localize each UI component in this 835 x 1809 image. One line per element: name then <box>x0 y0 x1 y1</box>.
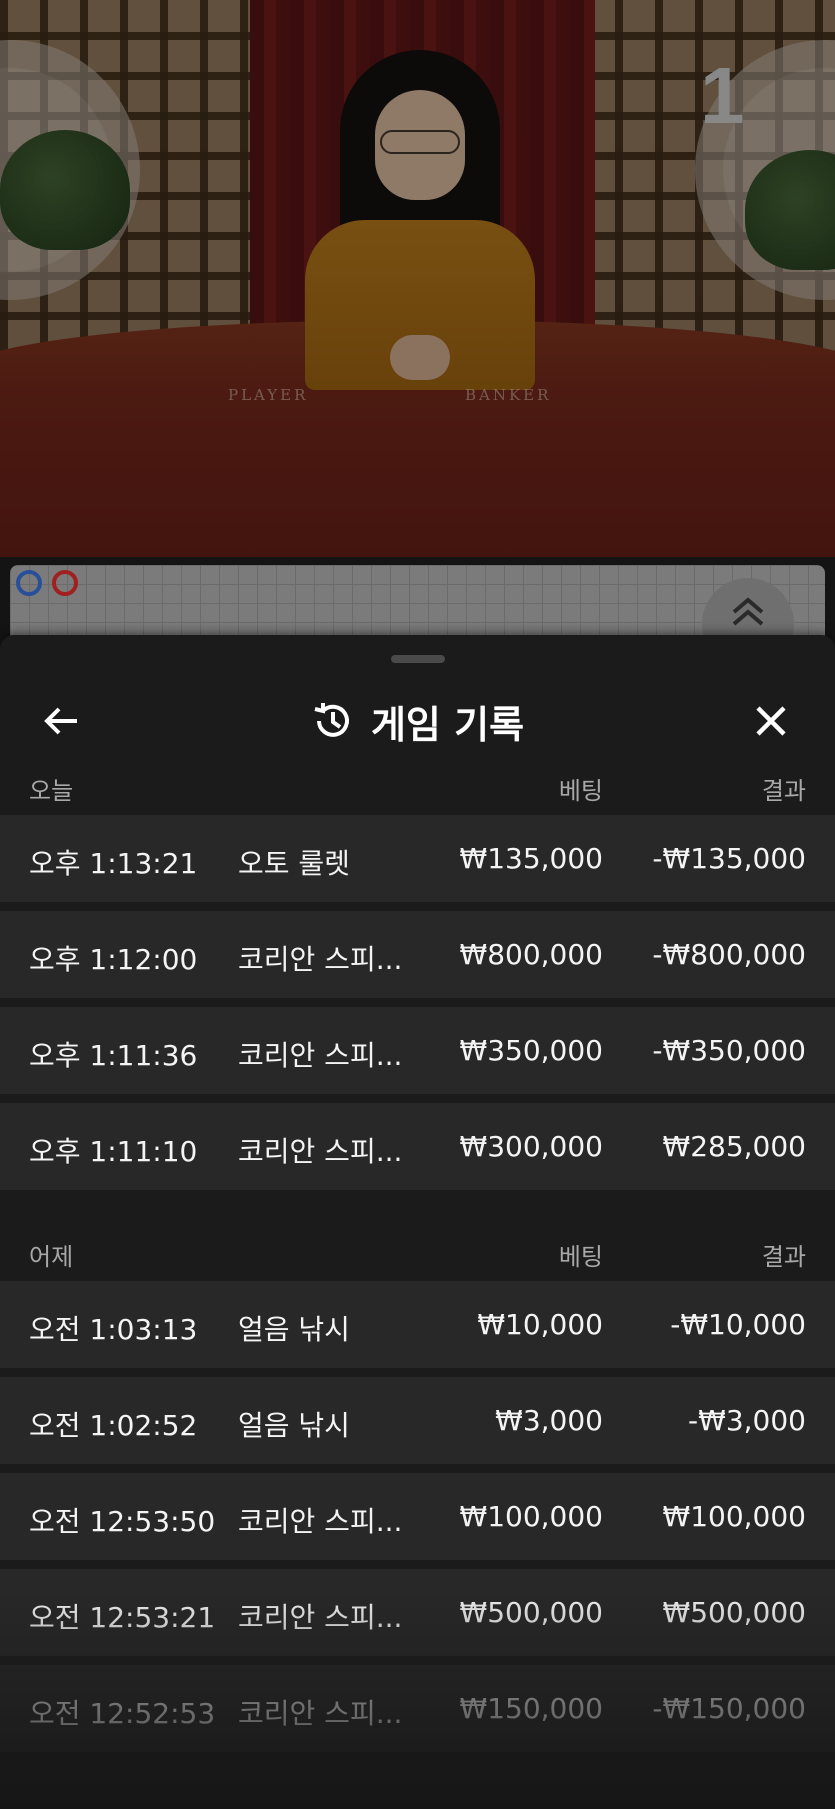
history-row[interactable]: 오전 1:03:13 얼음 낚시 ₩10,000 -₩10,000 <box>0 1281 835 1368</box>
row-result: ₩285,000 <box>662 1130 806 1163</box>
column-header-bet: 베팅 <box>558 777 603 805</box>
column-header-bet: 베팅 <box>558 1243 603 1271</box>
column-header-result: 결과 <box>761 777 806 805</box>
row-game: 코리안 스피... <box>238 1697 403 1730</box>
history-icon <box>314 703 349 737</box>
row-game: 코리안 스피... <box>238 943 403 976</box>
row-bet: ₩300,000 <box>459 1130 603 1163</box>
section-label: 오늘 <box>29 777 74 805</box>
title-group: 게임 기록 <box>0 698 835 747</box>
overlay-dim <box>0 0 835 557</box>
live-video-feed[interactable]: PLAYER BANKER 1 <box>0 0 835 557</box>
history-row[interactable]: 오후 1:11:36 코리안 스피... ₩350,000 -₩350,000 <box>0 1007 835 1094</box>
history-row[interactable]: 오후 1:11:10 코리안 스피... ₩300,000 ₩285,000 <box>0 1103 835 1190</box>
history-row[interactable]: 오전 12:53:21 코리안 스피... ₩500,000 ₩500,000 <box>0 1569 835 1656</box>
history-row[interactable]: 오전 12:52:53 코리안 스피... ₩150,000 -₩150,000 <box>0 1665 835 1752</box>
close-button[interactable] <box>748 698 794 744</box>
roadmap-dot-player <box>16 570 42 596</box>
section-header: 오늘 베팅 결과 <box>0 757 835 815</box>
drag-handle[interactable] <box>391 655 445 663</box>
row-game: 코리안 스피... <box>238 1505 403 1538</box>
history-row[interactable]: 오전 1:02:52 얼음 낚시 ₩3,000 -₩3,000 <box>0 1377 835 1464</box>
double-chevron-up-icon <box>732 597 764 626</box>
roadmap-dot-banker <box>52 570 78 596</box>
row-time: 오전 1:02:52 <box>29 1409 198 1442</box>
row-result: -₩10,000 <box>670 1308 806 1341</box>
row-game: 코리안 스피... <box>238 1039 403 1072</box>
row-result: ₩100,000 <box>662 1500 806 1533</box>
row-game: 코리안 스피... <box>238 1135 403 1168</box>
row-bet: ₩135,000 <box>459 842 603 875</box>
page-title: 게임 기록 <box>370 702 525 747</box>
section-header: 어제 베팅 결과 <box>0 1223 835 1281</box>
row-time: 오전 12:52:53 <box>29 1697 216 1730</box>
row-time: 오전 12:53:21 <box>29 1601 216 1634</box>
row-bet: ₩800,000 <box>459 938 603 971</box>
history-row[interactable]: 오후 1:12:00 코리안 스피... ₩800,000 -₩800,000 <box>0 911 835 998</box>
section-label: 어제 <box>29 1243 74 1271</box>
row-time: 오후 1:12:00 <box>29 943 198 976</box>
row-bet: ₩150,000 <box>459 1692 603 1725</box>
row-game: 얼음 낚시 <box>238 1313 350 1346</box>
column-header-result: 결과 <box>761 1243 806 1271</box>
row-game: 얼음 낚시 <box>238 1409 350 1442</box>
row-bet: ₩3,000 <box>495 1404 603 1437</box>
history-section-yesterday: 어제 베팅 결과 오전 1:03:13 얼음 낚시 ₩10,000 -₩10,0… <box>0 1223 835 1761</box>
row-result: -₩3,000 <box>688 1404 806 1437</box>
row-game: 코리안 스피... <box>238 1601 403 1634</box>
row-result: -₩350,000 <box>652 1034 806 1067</box>
row-time: 오후 1:11:36 <box>29 1039 198 1072</box>
row-game: 오토 룰렛 <box>238 847 350 880</box>
row-bet: ₩350,000 <box>459 1034 603 1067</box>
row-result: -₩135,000 <box>652 842 806 875</box>
row-bet: ₩500,000 <box>459 1596 603 1629</box>
row-time: 오전 12:53:50 <box>29 1505 216 1538</box>
history-section-today: 오늘 베팅 결과 오후 1:13:21 오토 룰렛 ₩135,000 -₩135… <box>0 757 835 1199</box>
row-time: 오전 1:03:13 <box>29 1313 198 1346</box>
row-result: -₩800,000 <box>652 938 806 971</box>
row-bet: ₩10,000 <box>477 1308 603 1341</box>
sheet-header: 게임 기록 <box>0 680 835 760</box>
row-time: 오후 1:11:10 <box>29 1135 198 1168</box>
game-history-sheet: 게임 기록 오늘 베팅 결과 오후 1:13:21 오토 룰렛 ₩135,000… <box>0 635 835 1809</box>
row-result: ₩500,000 <box>662 1596 806 1629</box>
row-result: -₩150,000 <box>652 1692 806 1725</box>
row-time: 오후 1:13:21 <box>29 847 198 880</box>
history-row[interactable]: 오전 12:53:50 코리안 스피... ₩100,000 ₩100,000 <box>0 1473 835 1560</box>
close-icon <box>756 706 786 736</box>
history-row[interactable]: 오후 1:13:21 오토 룰렛 ₩135,000 -₩135,000 <box>0 815 835 902</box>
row-bet: ₩100,000 <box>459 1500 603 1533</box>
